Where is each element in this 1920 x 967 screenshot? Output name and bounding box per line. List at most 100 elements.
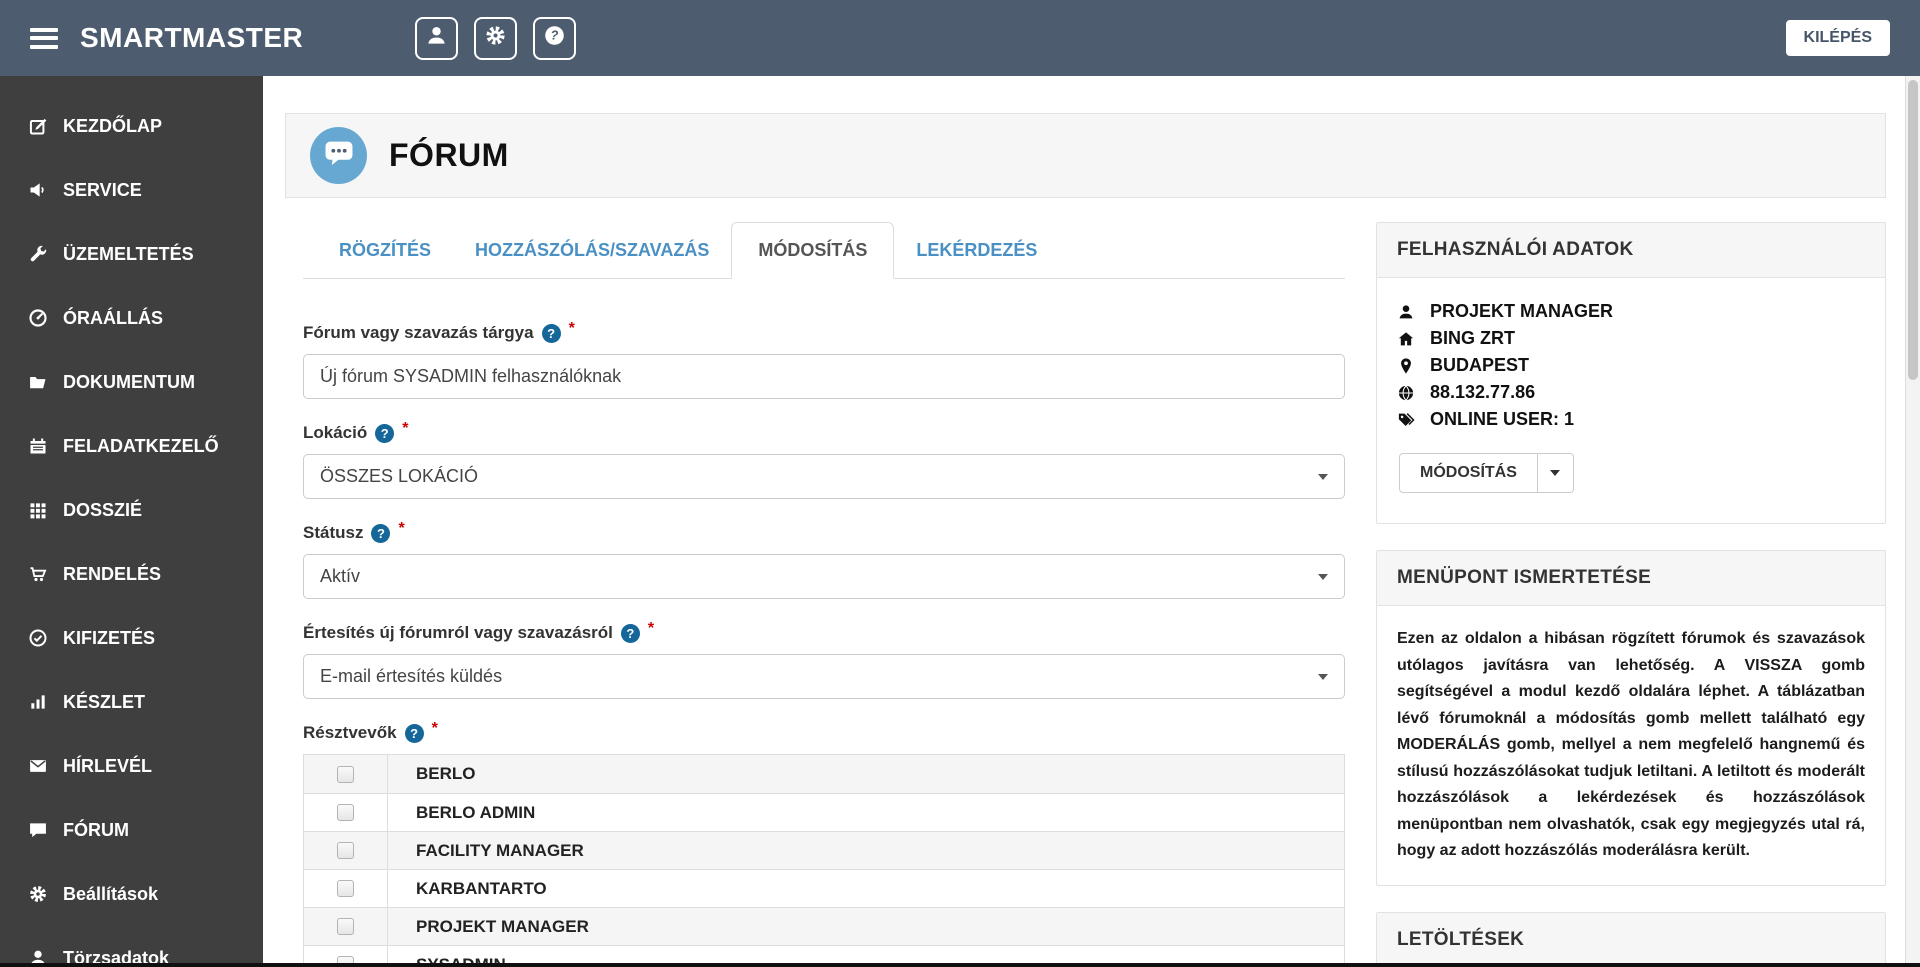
tab-hozzaszolas-szavazas[interactable]: HOZZÁSZÓLÁS/SZAVAZÁS <box>453 223 731 278</box>
tab-rogzites[interactable]: RÖGZÍTÉS <box>317 223 453 278</box>
page-header: FÓRUM <box>285 113 1886 198</box>
sidebar-item-kezdolap[interactable]: KEZDŐLAP <box>0 94 263 158</box>
tab-modositas[interactable]: MÓDOSÍTÁS <box>731 222 895 279</box>
sidebar-item-label: ÜZEMELTETÉS <box>63 243 194 264</box>
comment-icon <box>28 820 48 840</box>
help-icon[interactable]: ? <box>620 623 640 643</box>
megaphone-icon <box>28 180 48 200</box>
participant-checkbox[interactable] <box>337 765 354 783</box>
required-asterisk: * <box>402 420 409 437</box>
participants-label-row: Résztvevők ? * <box>303 720 1345 743</box>
participant-row[interactable]: FACILITY MANAGER <box>304 831 1344 869</box>
participant-row[interactable]: BERLO ADMIN <box>304 793 1344 831</box>
downloads-panel-title: LETÖLTÉSEK <box>1377 912 1885 967</box>
user-icon <box>425 24 448 52</box>
vertical-scrollbar[interactable] <box>1905 76 1920 963</box>
caret-down-icon <box>1550 470 1561 476</box>
wrench-icon <box>28 244 48 264</box>
check-circle-icon <box>28 628 48 648</box>
sidebar-nav: KEZDŐLAP SERVICE ÜZEMELTETÉS ÓRAÁLLÁS DOKUME… <box>0 76 263 967</box>
forum-edit-form: Fórum vagy szavazás tárgya? * Lokáció? * ÖSS… <box>303 320 1345 699</box>
participant-row[interactable]: PROJEKT MANAGER <box>304 907 1344 945</box>
sidebar-item-label: DOSSZIÉ <box>63 499 143 520</box>
required-asterisk: * <box>398 520 405 537</box>
user-data-row: BING ZRT <box>1397 325 1865 352</box>
participant-checkbox[interactable] <box>337 880 354 897</box>
header-quick-icons: ? <box>415 16 577 60</box>
required-asterisk: * <box>568 320 575 337</box>
menu-description-title: MENÜPONT ISMERTETÉSE <box>1377 551 1885 606</box>
logout-button[interactable]: KILÉPÉS <box>1785 20 1890 56</box>
sidebar-item-hirlevel[interactable]: HÍRLEVÉL <box>0 734 263 798</box>
bar-chart-icon <box>28 692 48 712</box>
folder-icon <box>28 372 48 392</box>
sidebar-item-service[interactable]: SERVICE <box>0 158 263 222</box>
sidebar-item-torzsadatok[interactable]: Törzsadatok <box>0 926 263 967</box>
help-icon[interactable]: ? <box>404 723 424 743</box>
sidebar-item-uzemeltetes[interactable]: ÜZEMELTETÉS <box>0 222 263 286</box>
forum-vagy-szavazas-targya-input[interactable] <box>303 354 1345 399</box>
statusz-select[interactable]: Aktív <box>303 554 1345 599</box>
modify-dropdown-toggle[interactable] <box>1537 453 1574 493</box>
field-label: Lokáció <box>303 423 368 442</box>
participants-table: BERLO BERLO ADMIN FACILITY MANAGER KARBANTA… <box>303 754 1345 967</box>
user-data-value: BING ZRT <box>1430 328 1515 348</box>
modify-split-button: MÓDOSÍTÁS <box>1399 453 1574 493</box>
sidebar-item-label: FÓRUM <box>63 819 129 840</box>
cart-icon <box>28 564 48 584</box>
participant-checkbox[interactable] <box>337 918 354 935</box>
checkbox-cell <box>304 755 388 793</box>
caret-down-icon <box>1318 674 1328 680</box>
gear-icon <box>484 24 507 52</box>
help-button[interactable]: ? <box>533 16 577 60</box>
sidebar-item-label: KÉSZLET <box>63 691 146 712</box>
participants-label: Résztvevők <box>303 723 397 742</box>
sidebar-item-rendeles[interactable]: RENDELÉS <box>0 542 263 606</box>
sidebar-item-oraallas[interactable]: ÓRAÁLLÁS <box>0 286 263 350</box>
field-group-forum-vagy-szavazas-targya: Fórum vagy szavazás tárgya? * <box>303 320 1345 399</box>
participant-checkbox[interactable] <box>337 842 354 859</box>
user-data-value: PROJEKT MANAGER <box>1430 301 1614 321</box>
hamburger-menu-icon[interactable] <box>30 23 58 53</box>
tab-lekerdezes[interactable]: LEKÉRDEZÉS <box>894 223 1059 278</box>
caret-down-icon <box>1318 574 1328 580</box>
checkbox-cell <box>304 908 388 945</box>
modify-button[interactable]: MÓDOSÍTÁS <box>1399 453 1538 493</box>
participant-row[interactable]: KARBANTARTO <box>304 869 1344 907</box>
sidebar-item-beallitasok[interactable]: Beállítások <box>0 862 263 926</box>
settings-button[interactable] <box>474 16 518 60</box>
sidebar-item-forum[interactable]: FÓRUM <box>0 798 263 862</box>
ertesites-uj-forumrol-vagy-szavazasrol-select[interactable]: E-mail értesítés küldés <box>303 654 1345 699</box>
help-icon[interactable]: ? <box>541 323 561 343</box>
participant-name: BERLO ADMIN <box>416 802 536 822</box>
sidebar-item-feladatkezelo[interactable]: FELADATKEZELŐ <box>0 414 263 478</box>
help-icon[interactable]: ? <box>371 523 391 543</box>
page-title: FÓRUM <box>389 137 509 173</box>
scrollbar-thumb[interactable] <box>1908 80 1918 380</box>
user-data-value: 88.132.77.86 <box>1430 382 1536 402</box>
app-title: SMARTMASTER <box>80 22 304 53</box>
participant-checkbox[interactable] <box>337 804 354 821</box>
top-header-bar: SMARTMASTER ? KILÉPÉS <box>0 0 1920 76</box>
sidebar-item-keszlet[interactable]: KÉSZLET <box>0 670 263 734</box>
checkbox-cell <box>304 794 388 831</box>
field-label-row: Értesítés új fórumról vagy szavazásról? * <box>303 620 1345 643</box>
required-asterisk: * <box>431 720 438 737</box>
sidebar-item-dosszie[interactable]: DOSSZIÉ <box>0 478 263 542</box>
lokacio-select[interactable]: ÖSSZES LOKÁCIÓ <box>303 454 1345 499</box>
participant-name: BERLO <box>416 764 476 783</box>
participant-name: KARBANTARTO <box>416 878 547 898</box>
select-value: Aktív <box>320 566 361 586</box>
sidebar-item-kifizetes[interactable]: KIFIZETÉS <box>0 606 263 670</box>
forum-page-icon <box>310 127 367 184</box>
sidebar-item-dokumentum[interactable]: DOKUMENTUM <box>0 350 263 414</box>
home-icon <box>1397 330 1415 348</box>
help-icon[interactable]: ? <box>375 423 395 443</box>
participant-row[interactable]: BERLO <box>304 755 1344 793</box>
forum-edit-section: RÖGZÍTÉS HOZZÁSZÓLÁS/SZAVAZÁS MÓDOSÍTÁS LEK… <box>303 222 1345 967</box>
profile-button[interactable] <box>415 16 459 60</box>
envelope-icon <box>28 756 48 776</box>
main-content: FÓRUM RÖGZÍTÉS HOZZÁSZÓLÁS/SZAVAZÁS MÓDOSÍ… <box>263 76 1920 967</box>
participants-group: Résztvevők ? * BERLO BERLO ADMIN FACILITY … <box>303 720 1345 967</box>
field-label-row: Fórum vagy szavazás tárgya? * <box>303 320 1345 343</box>
